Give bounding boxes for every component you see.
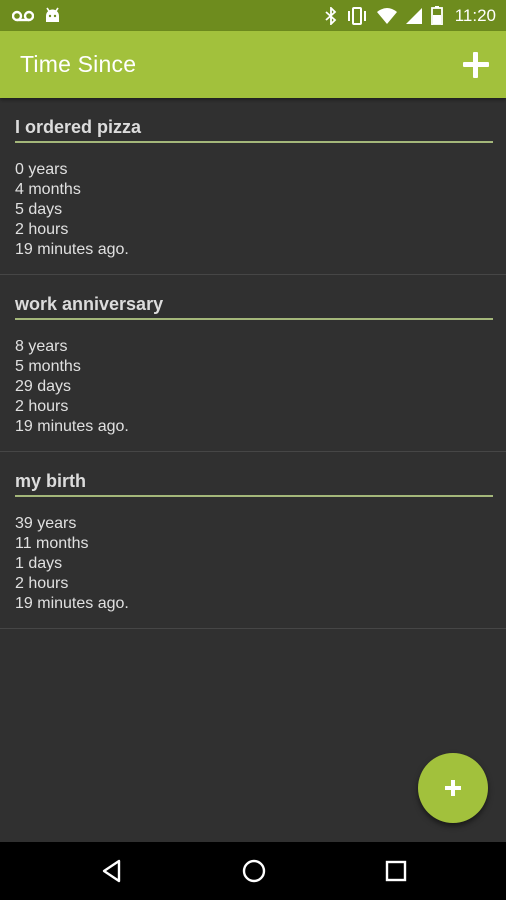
vibrate-icon — [347, 6, 366, 25]
elapsed-hours: 2 hours — [15, 221, 69, 238]
add-action-button[interactable] — [463, 51, 489, 78]
add-entry-fab[interactable] — [418, 753, 488, 823]
status-left — [12, 7, 61, 24]
signal-icon — [405, 7, 422, 24]
wifi-icon — [376, 7, 397, 24]
list-item[interactable]: I ordered pizza 0 years 4 months 5 days … — [0, 98, 506, 275]
home-icon[interactable] — [239, 856, 269, 886]
elapsed-hours: 2 hours — [15, 575, 69, 592]
navigation-bar — [0, 842, 506, 900]
elapsed-minutes: 19 minutes ago. — [15, 418, 129, 435]
elapsed-time: 0 years 4 months 5 days 2 hours 19 minut… — [15, 160, 492, 260]
recents-icon[interactable] — [381, 856, 411, 886]
android-icon — [46, 7, 59, 22]
entry-title: I ordered pizza — [15, 117, 493, 143]
battery-icon — [430, 6, 443, 25]
elapsed-minutes: 19 minutes ago. — [15, 241, 129, 258]
elapsed-years: 0 years — [15, 161, 68, 178]
list-item[interactable]: my birth 39 years 11 months 1 days 2 hou… — [0, 452, 506, 629]
app-bar: Time Since — [0, 31, 506, 98]
entry-title: work anniversary — [15, 294, 493, 320]
voicemail-icon — [12, 10, 34, 21]
elapsed-months: 5 months — [15, 358, 81, 375]
status-time: 11:20 — [454, 5, 496, 25]
status-bar: 11:20 — [0, 0, 506, 31]
status-right: 11:20 — [325, 6, 496, 26]
elapsed-minutes: 19 minutes ago. — [15, 595, 129, 612]
elapsed-time: 39 years 11 months 1 days 2 hours 19 min… — [15, 514, 492, 614]
back-icon[interactable] — [97, 856, 127, 886]
entry-title: my birth — [15, 471, 493, 497]
elapsed-years: 39 years — [15, 515, 77, 532]
app-title: Time Since — [20, 51, 137, 77]
entry-list: I ordered pizza 0 years 4 months 5 days … — [0, 98, 506, 629]
bluetooth-icon — [325, 6, 337, 25]
elapsed-months: 11 months — [15, 535, 89, 552]
elapsed-years: 8 years — [15, 338, 68, 355]
elapsed-days: 1 days — [15, 555, 63, 572]
elapsed-months: 4 months — [15, 181, 81, 198]
elapsed-time: 8 years 5 months 29 days 2 hours 19 minu… — [15, 337, 492, 437]
elapsed-days: 5 days — [15, 201, 63, 218]
elapsed-hours: 2 hours — [15, 398, 69, 415]
list-item[interactable]: work anniversary 8 years 5 months 29 day… — [0, 275, 506, 452]
elapsed-days: 29 days — [15, 378, 72, 395]
